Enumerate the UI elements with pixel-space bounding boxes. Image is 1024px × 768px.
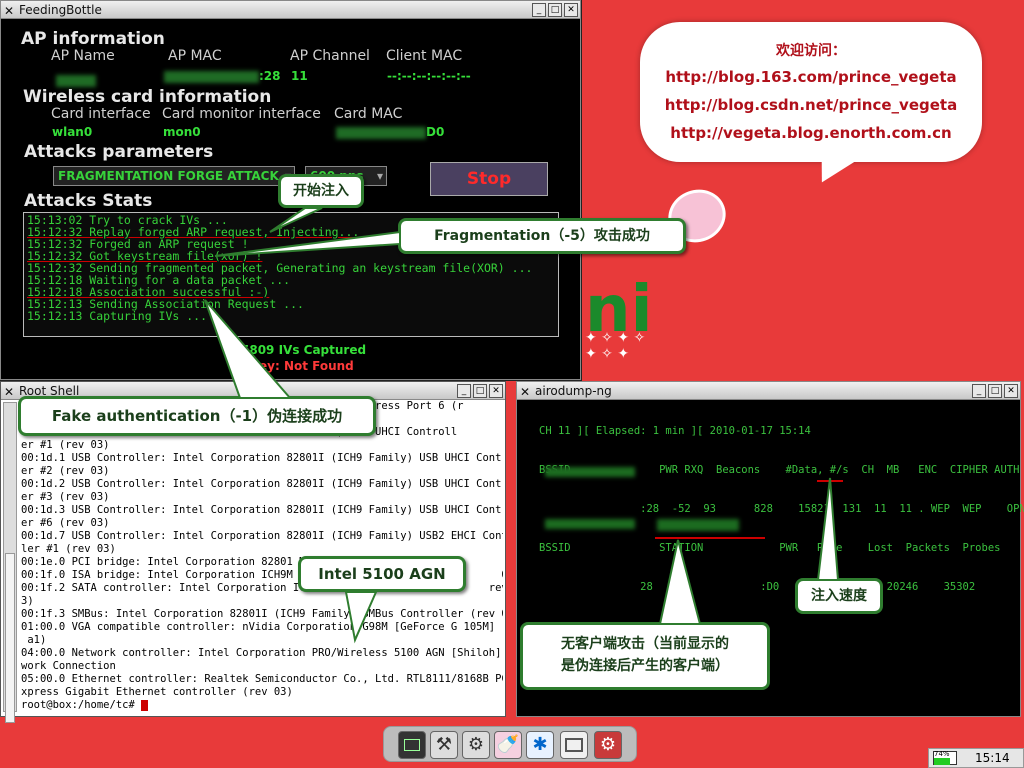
battery-percent: 74% <box>934 750 950 758</box>
connector-fake-auth <box>204 299 293 399</box>
tools-icon[interactable]: ⚒ <box>430 731 458 759</box>
connector-intel <box>344 591 378 644</box>
clock[interactable]: 15:14 <box>975 751 1010 765</box>
connector-inject-speed <box>816 477 840 581</box>
control-panel-icon[interactable]: ⚙ <box>594 731 622 759</box>
window-icon[interactable] <box>560 731 588 759</box>
settings-gears-icon[interactable]: ⚙ <box>462 731 490 759</box>
battery-icon[interactable]: 74% <box>933 750 957 765</box>
battery-fill <box>934 758 951 765</box>
system-tray: 74% 15:14 <box>928 748 1024 768</box>
feedingbottle-icon[interactable]: 🍼 <box>494 731 522 759</box>
dock: ⚒ ⚙ 🍼 ✱ ⚙ <box>383 726 637 762</box>
terminal-icon[interactable] <box>398 731 426 759</box>
callout-connectors <box>204 207 840 644</box>
connector-no-client <box>658 539 702 625</box>
network-icon[interactable]: ✱ <box>526 731 554 759</box>
connector-start-inject <box>269 207 323 233</box>
connector-fragmentation <box>214 230 401 257</box>
